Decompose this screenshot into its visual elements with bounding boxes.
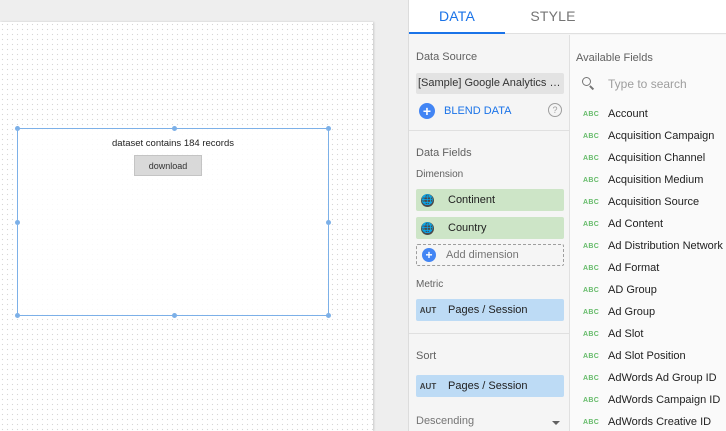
list-item[interactable]: ABC AdWords Campaign ID — [570, 389, 726, 411]
text-type-icon: ABC — [583, 418, 600, 426]
blend-data-label: BLEND DATA — [444, 104, 512, 117]
text-type-icon: ABC — [583, 242, 600, 250]
list-item[interactable]: ABC Acquisition Channel — [570, 147, 726, 169]
field-search-input[interactable] — [608, 77, 718, 91]
text-type-icon: ABC — [583, 110, 600, 118]
list-item[interactable]: ABC AdWords Creative ID — [570, 411, 726, 431]
available-fields-column: Available Fields ABC Account ABC Acquisitio… — [570, 35, 726, 431]
globe-icon: 🌐 — [421, 193, 434, 207]
divider — [409, 333, 570, 334]
text-type-icon: ABC — [583, 132, 600, 140]
blend-data-button[interactable]: + BLEND DATA — [419, 102, 511, 119]
available-fields-title: Available Fields — [576, 52, 653, 64]
list-item[interactable]: ABC Acquisition Medium — [570, 169, 726, 191]
globe-icon: 🌐 — [421, 221, 434, 235]
text-type-icon: ABC — [583, 374, 600, 382]
list-item[interactable]: ABC Ad Slot Position — [570, 345, 726, 367]
sort-field-label: Pages / Session — [448, 380, 528, 392]
list-item[interactable]: ABC AdWords Ad Group ID — [570, 367, 726, 389]
text-type-icon: ABC — [583, 330, 600, 338]
resize-handle-bottom[interactable] — [172, 313, 177, 318]
data-source-selector[interactable]: [Sample] Google Analytics Data — [416, 73, 564, 94]
dimension-chip-continent[interactable]: 🌐 Continent — [416, 189, 564, 211]
sort-order-dropdown[interactable]: Descending — [416, 415, 564, 431]
metric-chip-label: Pages / Session — [448, 304, 528, 316]
add-dimension-button[interactable]: + Add dimension — [416, 244, 564, 266]
metric-type-badge: AUT — [419, 305, 437, 315]
field-name: Account — [608, 108, 648, 120]
tab-style[interactable]: STYLE — [505, 0, 601, 34]
list-item[interactable]: ABC Ad Group — [570, 301, 726, 323]
field-name: Ad Slot Position — [608, 350, 686, 362]
sort-title: Sort — [416, 350, 437, 362]
dimension-chip-label: Continent — [448, 194, 496, 206]
field-name: Acquisition Source — [608, 196, 700, 208]
add-dimension-label: Add dimension — [446, 249, 519, 261]
data-fields-title: Data Fields — [416, 147, 472, 159]
metric-chip-pages-session[interactable]: AUT Pages / Session — [416, 299, 564, 321]
search-icon — [582, 77, 596, 91]
sort-order-value: Descending — [416, 415, 475, 427]
text-type-icon: ABC — [583, 308, 600, 316]
resize-handle-left[interactable] — [15, 220, 20, 225]
resize-handle-top-left[interactable] — [15, 126, 20, 131]
text-type-icon: ABC — [583, 176, 600, 184]
tab-data[interactable]: DATA — [409, 0, 505, 34]
chevron-down-icon — [552, 421, 560, 425]
text-type-icon: ABC — [583, 352, 600, 360]
list-item[interactable]: ABC Ad Format — [570, 257, 726, 279]
list-item[interactable]: ABC Ad Distribution Network — [570, 235, 726, 257]
field-name: Ad Distribution Network — [608, 240, 723, 252]
help-icon[interactable]: ? — [548, 103, 562, 117]
text-type-icon: ABC — [583, 198, 600, 206]
resize-handle-bottom-right[interactable] — [326, 313, 331, 318]
resize-handle-right[interactable] — [326, 220, 331, 225]
list-item[interactable]: ABC Acquisition Source — [570, 191, 726, 213]
list-item[interactable]: ABC AD Group — [570, 279, 726, 301]
resize-handle-top[interactable] — [172, 126, 177, 131]
text-type-icon: ABC — [583, 286, 600, 294]
field-name: AdWords Ad Group ID — [608, 372, 717, 384]
field-name: Acquisition Campaign — [608, 130, 715, 142]
divider — [409, 130, 570, 131]
field-name: Ad Slot — [608, 328, 644, 340]
field-name: Acquisition Medium — [608, 174, 704, 186]
list-item[interactable]: ABC Ad Slot — [570, 323, 726, 345]
record-count-text: dataset contains 184 records — [112, 138, 234, 149]
field-name: AdWords Campaign ID — [608, 394, 721, 406]
resize-handle-top-right[interactable] — [326, 126, 331, 131]
report-canvas-area: dataset contains 184 records download — [0, 0, 408, 431]
field-name: Ad Group — [608, 306, 656, 318]
field-name: Ad Content — [608, 218, 664, 230]
dimension-label: Dimension — [416, 169, 464, 180]
resize-handle-bottom-left[interactable] — [15, 313, 20, 318]
data-config-column: Data Source [Sample] Google Analytics Da… — [409, 35, 570, 431]
list-item[interactable]: ABC Acquisition Campaign — [570, 125, 726, 147]
text-type-icon: ABC — [583, 264, 600, 272]
plus-icon: + — [422, 248, 436, 262]
data-source-title: Data Source — [416, 51, 478, 63]
metric-label: Metric — [416, 279, 444, 290]
sort-field-chip[interactable]: AUT Pages / Session — [416, 375, 564, 397]
list-item[interactable]: ABC Account — [570, 103, 726, 125]
plus-icon: + — [419, 102, 435, 119]
report-page[interactable]: dataset contains 184 records download — [0, 22, 373, 431]
download-button[interactable]: download — [134, 155, 202, 176]
field-name: AD Group — [608, 284, 657, 296]
text-type-icon: ABC — [583, 396, 600, 404]
text-type-icon: ABC — [583, 220, 600, 228]
field-name: Ad Format — [608, 262, 660, 274]
sort-type-badge: AUT — [419, 381, 437, 391]
list-item[interactable]: ABC Ad Content — [570, 213, 726, 235]
dimension-chip-label: Country — [448, 222, 487, 234]
dimension-chip-country[interactable]: 🌐 Country — [416, 217, 564, 239]
panel-tabs: DATA STYLE — [409, 0, 726, 34]
text-type-icon: ABC — [583, 154, 600, 162]
properties-panel: DATA STYLE Data Source [Sample] Google A… — [408, 0, 726, 431]
field-name: AdWords Creative ID — [608, 416, 712, 428]
field-search — [576, 73, 721, 95]
field-name: Acquisition Channel — [608, 152, 706, 164]
selected-component[interactable]: dataset contains 184 records download — [15, 126, 331, 318]
